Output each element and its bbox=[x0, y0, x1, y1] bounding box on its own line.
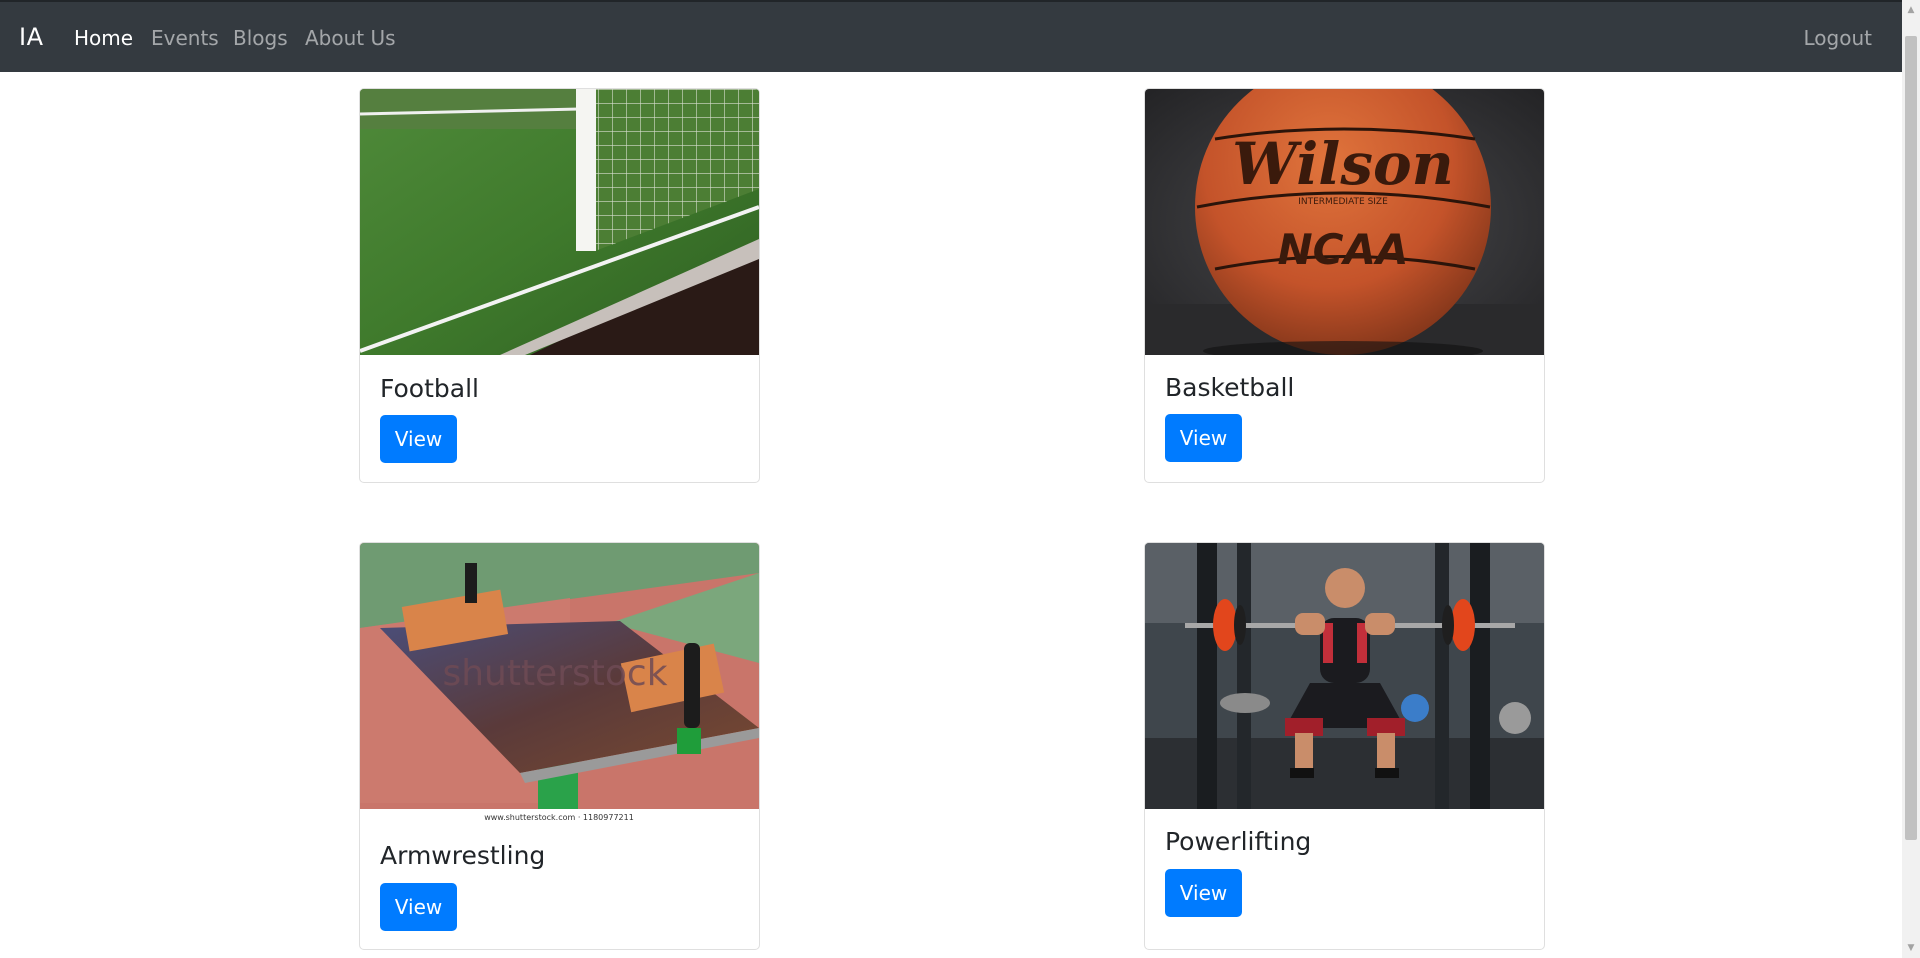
svg-text:NCAA: NCAA bbox=[1278, 225, 1409, 274]
watermark-text: shutterstock bbox=[442, 653, 667, 694]
card-title: Armwrestling bbox=[380, 841, 546, 870]
sport-card-football: Football View bbox=[359, 88, 760, 483]
nav-link-blogs[interactable]: Blogs bbox=[233, 24, 288, 52]
logout-link[interactable]: Logout bbox=[1804, 24, 1872, 52]
svg-text:INTERMEDIATE SIZE: INTERMEDIATE SIZE bbox=[1298, 197, 1388, 207]
page-scrollbar[interactable]: ▲ ▼ bbox=[1902, 0, 1920, 958]
scrollbar-thumb[interactable] bbox=[1905, 36, 1917, 840]
card-title: Powerlifting bbox=[1165, 827, 1312, 856]
nav-link-about-us[interactable]: About Us bbox=[305, 24, 396, 52]
view-button-powerlifting[interactable]: View bbox=[1165, 869, 1242, 917]
top-navbar: IA Home Events Blogs About Us Logout bbox=[0, 0, 1902, 72]
powerlifting-image bbox=[1145, 543, 1544, 809]
football-image bbox=[360, 89, 759, 355]
armwrestling-image: shutterstock www.shutterstock.com · 1180… bbox=[360, 543, 759, 823]
svg-text:Wilson: Wilson bbox=[1232, 130, 1454, 198]
view-button-football[interactable]: View bbox=[380, 415, 457, 463]
sport-card-armwrestling: shutterstock www.shutterstock.com · 1180… bbox=[359, 542, 760, 950]
scroll-up-icon[interactable]: ▲ bbox=[1902, 2, 1920, 18]
image-caption: www.shutterstock.com · 1180977211 bbox=[484, 813, 634, 822]
nav-link-events[interactable]: Events bbox=[151, 24, 219, 52]
brand-logo[interactable]: IA bbox=[19, 22, 44, 52]
nav-link-home[interactable]: Home bbox=[74, 24, 133, 52]
basketball-image: Wilson INTERMEDIATE SIZE NCAA bbox=[1145, 89, 1544, 355]
view-button-armwrestling[interactable]: View bbox=[380, 883, 457, 931]
card-title: Football bbox=[380, 374, 479, 403]
sport-card-powerlifting: Powerlifting View bbox=[1144, 542, 1545, 950]
view-button-basketball[interactable]: View bbox=[1165, 414, 1242, 462]
sport-card-basketball: Wilson INTERMEDIATE SIZE NCAA Basketball… bbox=[1144, 88, 1545, 483]
scroll-down-icon[interactable]: ▼ bbox=[1902, 940, 1920, 956]
card-title: Basketball bbox=[1165, 373, 1295, 402]
